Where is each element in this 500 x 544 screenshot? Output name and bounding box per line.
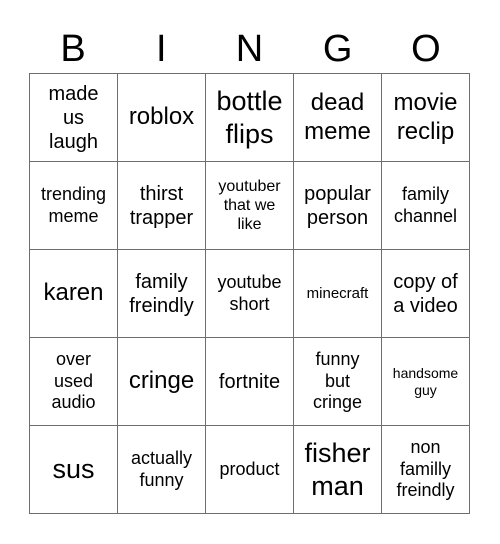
bingo-cell-r4-c2[interactable]: product	[206, 426, 294, 514]
bingo-cell-r1-c4[interactable]: family channel	[382, 162, 470, 250]
bingo-cell-r0-c3[interactable]: dead meme	[294, 74, 382, 162]
cell-text: over used audio	[51, 349, 96, 413]
header-letter-b: B	[60, 28, 86, 70]
cell-text: movie reclip	[393, 88, 458, 145]
header-letter-o: O	[411, 28, 441, 70]
bingo-cell-r0-c4[interactable]: movie reclip	[382, 74, 470, 162]
bingo-cell-r3-c1[interactable]: cringe	[118, 338, 206, 426]
bingo-cell-r4-c4[interactable]: non familly freindly	[382, 426, 470, 514]
bingo-header: B I N G O	[29, 26, 470, 72]
cell-text: sus	[52, 454, 95, 485]
bingo-cell-r1-c1[interactable]: thirst trapper	[118, 162, 206, 250]
cell-text: family freindly	[129, 270, 194, 317]
header-letter-n: N	[235, 28, 264, 70]
cell-text: product	[219, 458, 280, 479]
bingo-cell-r4-c0[interactable]: sus	[30, 426, 118, 514]
bingo-cell-r3-c0[interactable]: over used audio	[30, 338, 118, 426]
bingo-cell-r0-c1[interactable]: roblox	[118, 74, 206, 162]
cell-text: fisher man	[304, 438, 371, 501]
bingo-cell-r4-c3[interactable]: fisher man	[294, 426, 382, 514]
cell-text: actually funny	[130, 447, 193, 490]
bingo-cell-r3-c3[interactable]: funny but cringe	[294, 338, 382, 426]
cell-text: dead meme	[304, 88, 371, 145]
bingo-cell-r3-c4[interactable]: handsome guy	[382, 338, 470, 426]
header-letter-g: G	[322, 28, 353, 70]
bingo-cell-r2-c3[interactable]: minecraft	[294, 250, 382, 338]
bingo-card-grid: made us laugh roblox bottle flips dead m…	[29, 73, 470, 514]
bingo-cell-r1-c0[interactable]: trending meme	[30, 162, 118, 250]
cell-text: trending meme	[40, 183, 107, 226]
cell-text: karen	[43, 279, 104, 307]
bingo-cell-r4-c1[interactable]: actually funny	[118, 426, 206, 514]
bingo-cell-r2-c2[interactable]: youtube short	[206, 250, 294, 338]
bingo-cell-r2-c4[interactable]: copy of a video	[382, 250, 470, 338]
cell-text: non familly freindly	[396, 437, 455, 501]
cell-text: roblox	[128, 103, 195, 131]
cell-text: fortnite	[218, 370, 281, 393]
cell-text: bottle flips	[216, 86, 283, 149]
cell-text: cringe	[128, 367, 195, 395]
bingo-cell-r3-c2[interactable]: fortnite	[206, 338, 294, 426]
bingo-cell-r2-c1[interactable]: family freindly	[118, 250, 206, 338]
cell-text: funny but cringe	[312, 349, 363, 413]
cell-text: youtuber that we like	[218, 177, 281, 234]
bingo-cell-r1-c2[interactable]: youtuber that we like	[206, 162, 294, 250]
header-letter-i: I	[156, 28, 167, 70]
cell-text: youtube short	[217, 271, 282, 314]
cell-text: handsome guy	[392, 364, 459, 398]
cell-text: family channel	[393, 183, 458, 226]
cell-text: minecraft	[306, 284, 369, 302]
cell-text: popular person	[304, 182, 371, 229]
bingo-cell-r1-c3[interactable]: popular person	[294, 162, 382, 250]
bingo-cell-r0-c2[interactable]: bottle flips	[206, 74, 294, 162]
bingo-cell-r2-c0[interactable]: karen	[30, 250, 118, 338]
cell-text: made us laugh	[48, 82, 99, 153]
cell-text: copy of a video	[393, 270, 458, 317]
cell-text: thirst trapper	[129, 182, 194, 229]
bingo-cell-r0-c0[interactable]: made us laugh	[30, 74, 118, 162]
